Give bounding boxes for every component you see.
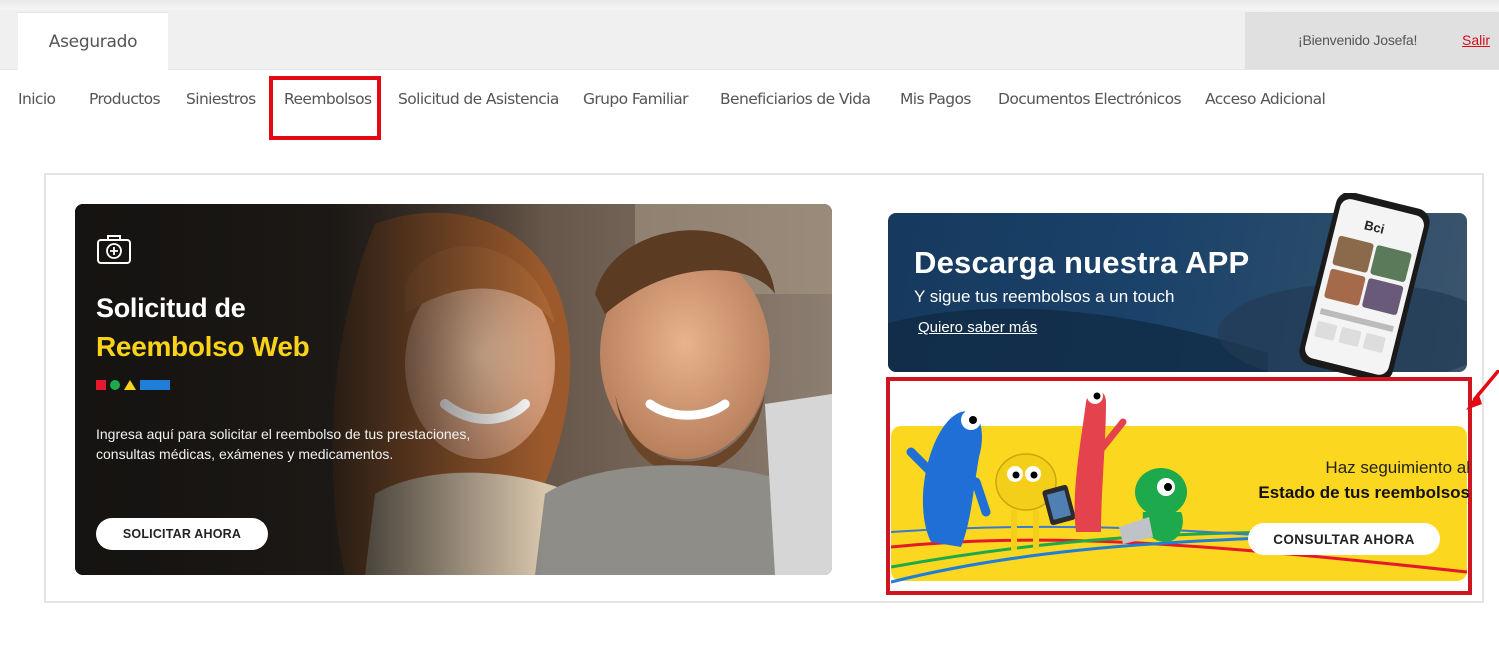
green-circle-shape: [110, 380, 120, 390]
quiero-saber-mas-link[interactable]: Quiero saber más: [918, 319, 1037, 336]
nav-item-productos[interactable]: Productos: [89, 90, 161, 108]
web-banner-title-line1: Solicitud de: [96, 293, 246, 323]
medical-kit-icon: [97, 235, 131, 264]
blue-rect-shape: [140, 380, 170, 390]
yellow-triangle-shape: [124, 380, 136, 390]
brand-shapes: [96, 379, 170, 391]
annotation-arrow-icon: [1466, 370, 1499, 410]
web-banner-title-line2: Reembolso Web: [96, 331, 310, 362]
nav-item-siniestros[interactable]: Siniestros: [186, 90, 256, 108]
top-edge: [0, 0, 1499, 10]
web-banner-description: Ingresa aquí para solicitar el reembolso…: [96, 426, 471, 462]
nav-item-acceso-adicional[interactable]: Acceso Adicional: [1205, 90, 1326, 108]
status-banner-line1: Haz seguimiento al: [1325, 458, 1470, 477]
status-banner-line2: Estado de tus reembolsos: [1258, 483, 1470, 502]
red-square-shape: [96, 380, 106, 390]
nav-item-mis-pagos[interactable]: Mis Pagos: [900, 90, 971, 108]
nav-item-beneficiarios-vida[interactable]: Beneficiarios de Vida: [720, 90, 871, 108]
solicitar-ahora-button[interactable]: SOLICITAR AHORA: [96, 518, 268, 550]
tab-asegurado[interactable]: Asegurado: [18, 12, 168, 71]
nav-item-documentos-electronicos[interactable]: Documentos Electrónicos: [998, 90, 1182, 108]
app-banner-subtitle: Y sigue tus reembolsos a un touch: [914, 287, 1175, 306]
consultar-ahora-button[interactable]: CONSULTAR AHORA: [1248, 523, 1440, 555]
phone-mockup: Bci: [1299, 193, 1430, 378]
reembolsos-highlight-box: [269, 76, 381, 140]
app-banner-title: Descarga nuestra APP: [914, 245, 1250, 280]
nav-item-grupo-familiar[interactable]: Grupo Familiar: [583, 90, 689, 108]
nav-item-solicitud-asistencia[interactable]: Solicitud de Asistencia: [398, 90, 559, 108]
logout-link[interactable]: Salir: [1462, 32, 1490, 48]
welcome-text: ¡Bienvenido Josefa!: [1298, 32, 1418, 48]
nav-item-inicio[interactable]: Inicio: [18, 90, 56, 108]
